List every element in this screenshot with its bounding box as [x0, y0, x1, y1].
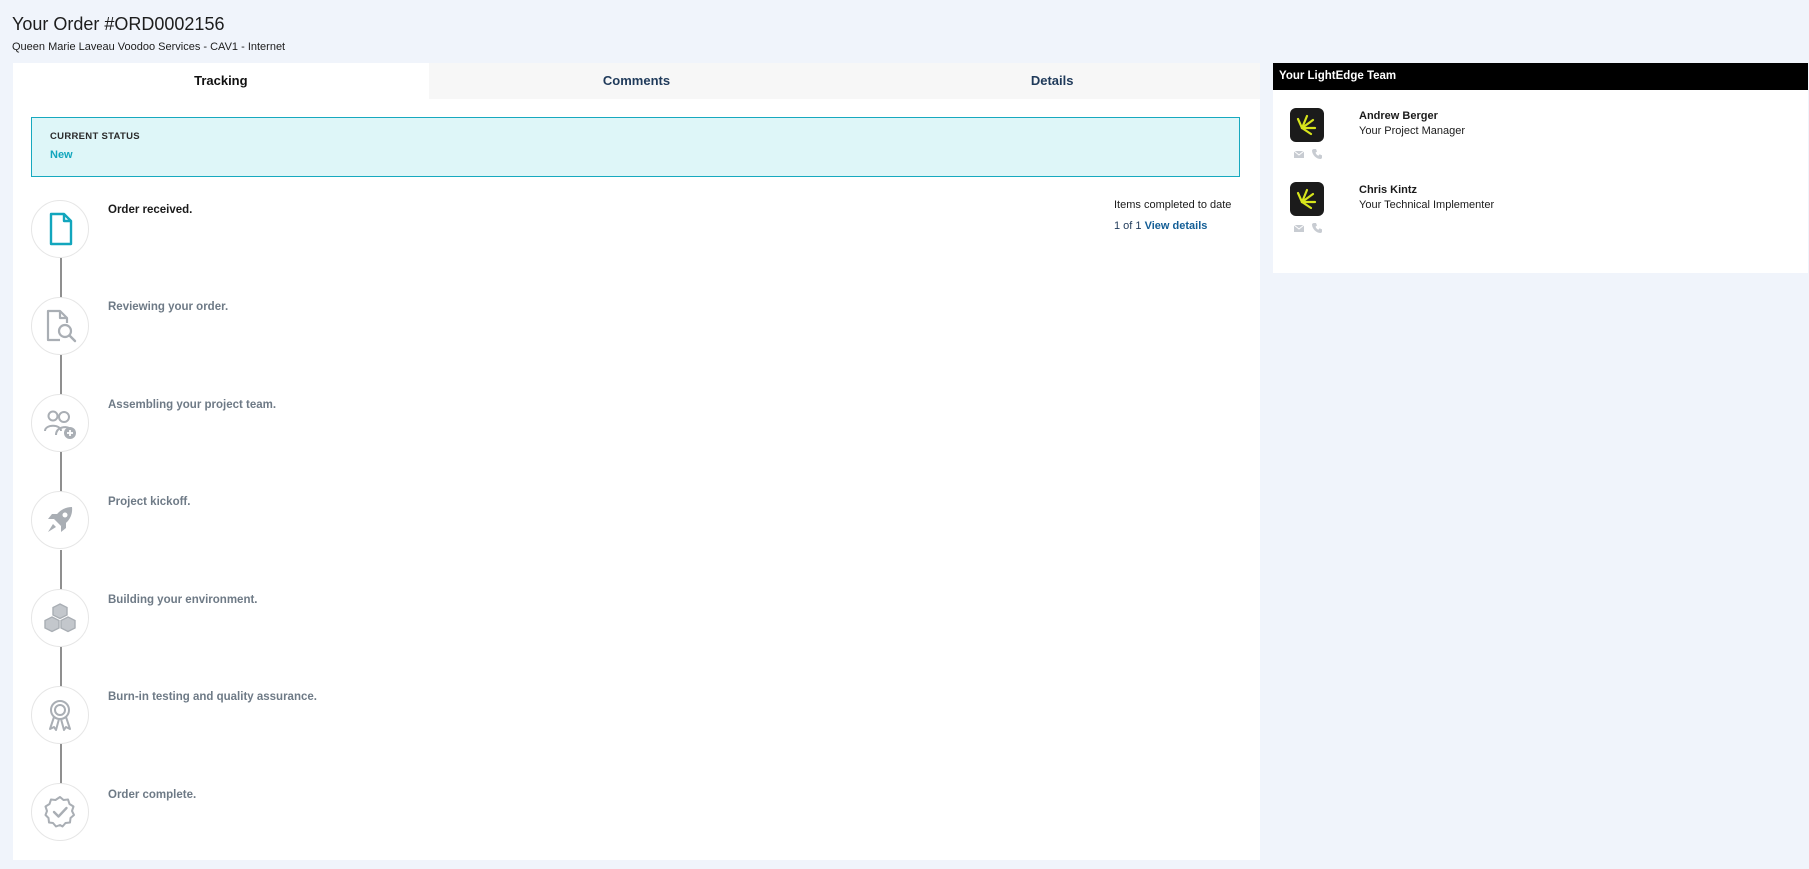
step-circle: [31, 297, 89, 355]
step-label: Building your environment.: [108, 594, 258, 606]
email-icon[interactable]: [1293, 222, 1305, 234]
timeline-connector: [60, 647, 62, 687]
award-ribbon-icon: [49, 700, 71, 731]
team-add-icon: [44, 410, 76, 439]
phone-icon[interactable]: [1311, 148, 1323, 160]
lightedge-logo-icon: [1296, 188, 1317, 210]
document-search-icon: [46, 309, 77, 343]
timeline-connector: [60, 550, 62, 590]
team-header: Your LightEdge Team: [1273, 63, 1808, 90]
step-label: Reviewing your order.: [108, 301, 229, 313]
timeline-connector: [60, 355, 62, 395]
progress-timeline: Order received. Reviewing your order. As…: [13, 63, 1260, 860]
member-name: Andrew Berger: [1359, 110, 1438, 122]
items-completed-label: Items completed to date: [1114, 199, 1232, 211]
phone-icon[interactable]: [1311, 222, 1323, 234]
items-completed-count-row: 1 of 1 View details: [1114, 220, 1244, 232]
timeline-connector: [60, 452, 62, 492]
items-completed-count: 1 of 1: [1114, 220, 1142, 232]
step-label: Burn-in testing and quality assurance.: [108, 691, 317, 703]
step-label: Order received.: [108, 204, 193, 216]
order-tracking-card: Tracking Comments Details CURRENT STATUS…: [13, 63, 1260, 860]
page-title: Your Order #ORD0002156: [12, 14, 225, 34]
order-subtitle: Queen Marie Laveau Voodoo Services - CAV…: [12, 41, 286, 53]
rocket-icon: [48, 507, 73, 532]
timeline-connector: [60, 258, 62, 298]
team-member: Chris Kintz Your Technical Implementer: [1273, 182, 1808, 252]
team-card: Your LightEdge Team Andrew Berger Your P…: [1273, 63, 1808, 273]
step-label: Project kickoff.: [108, 496, 191, 508]
cubes-icon: [44, 603, 76, 633]
items-completed-summary: Items completed to date 1 of 1 View deta…: [1114, 199, 1244, 232]
step-circle: [31, 589, 89, 647]
timeline-connector: [60, 744, 62, 784]
avatar: [1290, 182, 1324, 216]
step-circle: [31, 491, 89, 549]
step-circle: [31, 686, 89, 744]
view-details-link[interactable]: View details: [1145, 220, 1208, 232]
member-role: Your Technical Implementer: [1359, 199, 1495, 211]
avatar: [1290, 108, 1324, 142]
email-icon[interactable]: [1293, 148, 1305, 160]
step-label: Order complete.: [108, 789, 197, 801]
lightedge-logo-icon: [1296, 114, 1317, 136]
team-member: Andrew Berger Your Project Manager: [1273, 108, 1808, 178]
member-name: Chris Kintz: [1359, 184, 1418, 196]
step-circle: [31, 200, 89, 258]
document-icon: [49, 212, 73, 246]
contact-icons: [1293, 222, 1323, 234]
step-label: Assembling your project team.: [108, 399, 277, 411]
step-circle: [31, 783, 89, 841]
step-circle: [31, 394, 89, 452]
contact-icons: [1293, 148, 1323, 160]
check-badge-icon: [44, 796, 75, 828]
member-role: Your Project Manager: [1359, 125, 1465, 137]
